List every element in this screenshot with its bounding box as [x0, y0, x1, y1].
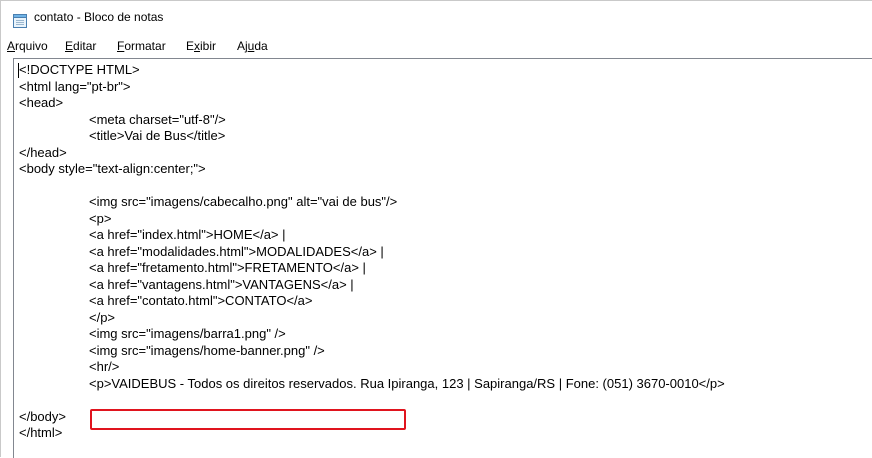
menu-exibir[interactable]: Exibir — [186, 39, 216, 53]
menu-ajuda[interactable]: Ajuda — [237, 39, 268, 53]
menu-editar[interactable]: Editar — [65, 39, 96, 53]
menu-formatar[interactable]: Formatar — [117, 39, 166, 53]
title-bar: contato - Bloco de notas — [1, 1, 872, 33]
editor-content: <!DOCTYPE HTML> <html lang="pt-br"> <head>… — [19, 62, 725, 442]
editor-line: <a href="index.html">HOME</a> | — [89, 227, 286, 242]
menu-formatar-rest: ormatar — [124, 39, 166, 53]
menu-exibir-rest: ibir — [200, 39, 217, 53]
highlight-annotation — [90, 409, 406, 430]
editor-line: <p>VAIDEBUS - Todos os direitos reservad… — [89, 375, 725, 391]
editor-line: <img src="imagens/home-banner.png" /> — [89, 342, 325, 358]
editor-line: <title>Vai de Bus</title> — [89, 128, 226, 143]
editor-line: <img src="imagens/cabecalho.png" alt="va… — [89, 194, 398, 209]
editor-line: <a href="modalidades.html">MODALIDADES</… — [89, 243, 384, 259]
window-title: contato - Bloco de notas — [34, 10, 164, 24]
editor-line: <html lang="pt-br"> — [19, 78, 131, 94]
notepad-icon — [13, 14, 27, 28]
menu-bar: Arquivo Editar Formatar Exibir Ajuda — [1, 36, 872, 56]
editor-line: <meta charset="utf-8"/> — [89, 111, 226, 127]
editor-line: </head> — [19, 144, 67, 160]
editor-line: <img src="imagens/barra1.png" /> — [89, 326, 286, 341]
editor-line: </p> — [89, 309, 116, 325]
menu-editar-rest: ditar — [73, 39, 97, 53]
editor-line: <p> — [89, 210, 112, 226]
editor-line: <a href="vantagens.html">VANTAGENS</a> | — [89, 276, 354, 292]
text-editor[interactable]: <!DOCTYPE HTML> <html lang="pt-br"> <head>… — [13, 58, 872, 458]
editor-line: <body style="text-align:center;"> — [19, 161, 206, 176]
editor-line: <a href="fretamento.html">FRETAMENTO</a>… — [89, 260, 366, 275]
menu-ajuda-rest: da — [254, 39, 268, 53]
menu-ajuda-prefix: Aj — [237, 39, 248, 53]
menu-arquivo-rest: rquivo — [15, 39, 48, 53]
notepad-window: contato - Bloco de notas Arquivo Editar … — [0, 0, 872, 458]
editor-line: <!DOCTYPE HTML> — [19, 62, 140, 77]
menu-arquivo-mnemonic: A — [7, 39, 16, 53]
menu-exibir-prefix: E — [186, 39, 195, 53]
editor-line: <a href="contato.html">CONTATO</a> — [89, 293, 313, 308]
editor-line: <hr/> — [89, 359, 120, 374]
editor-line: <head> — [19, 95, 64, 110]
menu-editar-mnemonic: E — [65, 39, 74, 53]
menu-arquivo[interactable]: Arquivo — [7, 39, 48, 53]
